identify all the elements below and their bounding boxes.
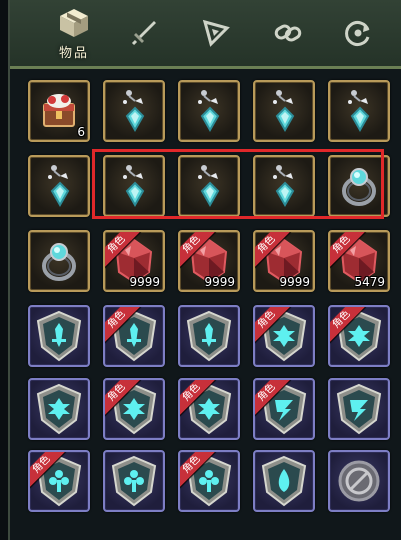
- inventory-grid: 6 角色 9999 角色 9999 角色 9999 角色 5479 角色 角色 …: [28, 80, 394, 540]
- inventory-slot[interactable]: 角色 9999: [253, 230, 315, 292]
- tab-bar: 物品: [10, 0, 401, 69]
- emblem-sword-icon: [186, 310, 232, 362]
- ring-icon: [42, 243, 76, 281]
- inventory-slot[interactable]: [328, 450, 390, 512]
- item-count: 5479: [354, 275, 385, 289]
- inventory-slot[interactable]: [178, 305, 240, 367]
- inventory-slot[interactable]: [178, 155, 240, 217]
- inventory-slot[interactable]: [103, 80, 165, 142]
- inventory-slot[interactable]: 6: [28, 80, 90, 142]
- item-count: 9999: [279, 275, 310, 289]
- emblem-cross-icon: [36, 383, 82, 435]
- inventory-slot[interactable]: 角色 9999: [178, 230, 240, 292]
- earring-icon: [48, 165, 70, 208]
- item-count: 9999: [129, 275, 160, 289]
- inventory-slot[interactable]: [103, 450, 165, 512]
- item-count: 6: [77, 125, 85, 139]
- emblem-flower-icon: [111, 455, 157, 507]
- inventory-slot[interactable]: 角色: [103, 305, 165, 367]
- earring-icon: [273, 165, 295, 208]
- inventory-slot[interactable]: 角色 5479: [328, 230, 390, 292]
- tab-craft[interactable]: [180, 0, 252, 66]
- inventory-slot[interactable]: [28, 305, 90, 367]
- refresh-arrows-icon: [345, 21, 370, 46]
- link-chain-icon: [274, 24, 302, 42]
- inventory-slot[interactable]: 角色: [103, 378, 165, 440]
- inventory-slot[interactable]: [253, 155, 315, 217]
- inventory-panel: 物品 6 角色 9999 角色 9999 角色 9999 角色 5479 角色 …: [8, 0, 401, 540]
- earring-icon: [198, 90, 220, 133]
- inventory-slot[interactable]: 角色: [28, 450, 90, 512]
- tab-link[interactable]: [252, 0, 324, 66]
- inventory-slot[interactable]: 角色: [178, 450, 240, 512]
- bag-cube-icon: [60, 8, 88, 37]
- inventory-slot[interactable]: [28, 230, 90, 292]
- inventory-slot[interactable]: [28, 378, 90, 440]
- earring-icon: [273, 90, 295, 133]
- inventory-slot[interactable]: [28, 155, 90, 217]
- earring-icon: [348, 90, 370, 133]
- tab-equipment[interactable]: [108, 0, 180, 66]
- tab-refresh[interactable]: [322, 0, 394, 66]
- earring-icon: [198, 165, 220, 208]
- earring-icon: [123, 90, 145, 133]
- locked-slot-icon: [338, 460, 380, 502]
- sword-icon: [131, 21, 156, 46]
- inventory-slot[interactable]: [103, 155, 165, 217]
- inventory-slot[interactable]: 角色: [328, 305, 390, 367]
- inventory-slot[interactable]: [253, 450, 315, 512]
- inventory-slot[interactable]: 角色: [253, 378, 315, 440]
- emblem-drop-icon: [261, 455, 307, 507]
- tab-items[interactable]: 物品: [38, 0, 110, 66]
- triangle-pen-icon: [202, 19, 230, 47]
- emblem-bolt-icon: [336, 383, 382, 435]
- earring-icon: [123, 165, 145, 208]
- inventory-slot[interactable]: [328, 378, 390, 440]
- inventory-slot[interactable]: [328, 155, 390, 217]
- inventory-slot[interactable]: 角色 9999: [103, 230, 165, 292]
- tab-label-items: 物品: [58, 45, 89, 61]
- ring-icon: [342, 168, 376, 206]
- inventory-slot[interactable]: [253, 80, 315, 142]
- emblem-sword-icon: [36, 310, 82, 362]
- inventory-slot[interactable]: [178, 80, 240, 142]
- item-count: 9999: [204, 275, 235, 289]
- inventory-slot[interactable]: [328, 80, 390, 142]
- inventory-slot[interactable]: 角色: [178, 378, 240, 440]
- inventory-slot[interactable]: 角色: [253, 305, 315, 367]
